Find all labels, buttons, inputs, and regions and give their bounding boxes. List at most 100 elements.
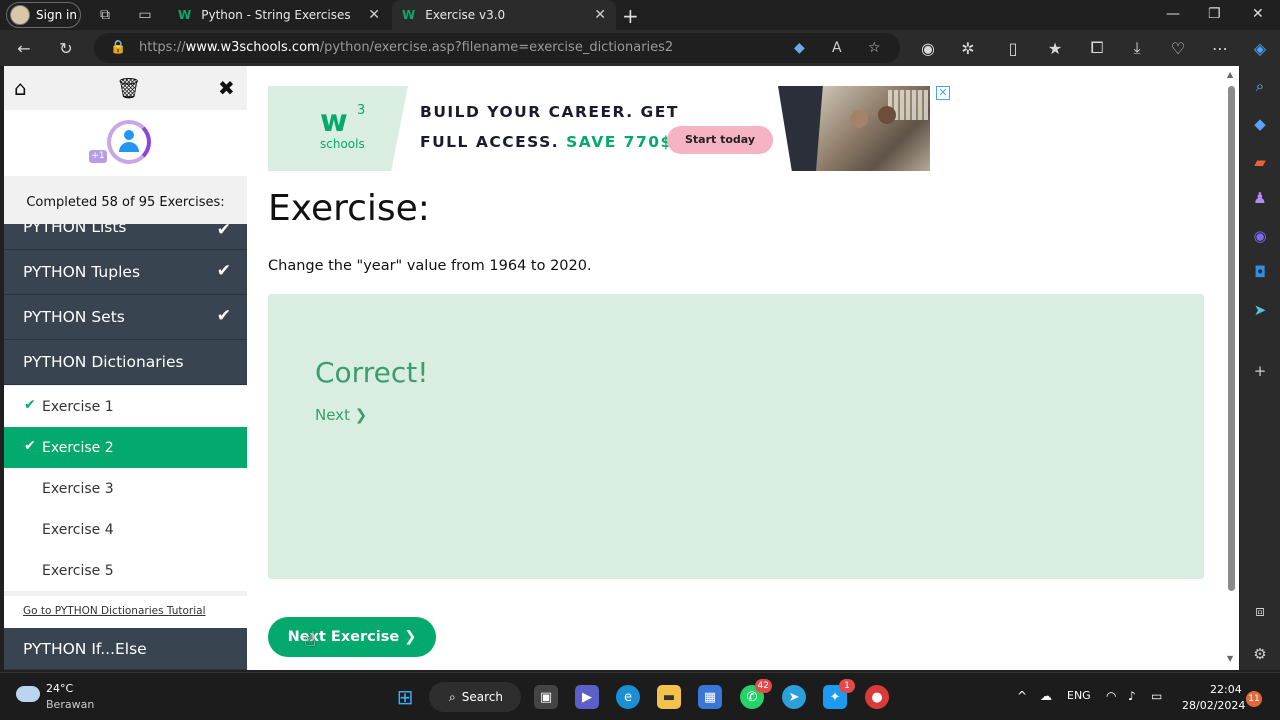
trash-icon[interactable]: 🗑 <box>116 76 141 100</box>
tutorial-link[interactable]: Go to PYTHON Dictionaries Tutorial <box>4 596 247 628</box>
tab-python-string-exercises[interactable]: W Python - String Exercises ✕ <box>168 0 390 30</box>
store-icon[interactable]: ▦ <box>698 685 722 709</box>
ad-headline: BUILD YOUR CAREER. GET <box>420 103 679 121</box>
screenshot-icon[interactable]: ⧈ <box>1250 601 1270 621</box>
minimize-icon[interactable]: — <box>1166 6 1180 22</box>
file-explorer-icon[interactable]: ▬ <box>657 685 681 709</box>
whatsapp-icon[interactable]: ✆ 42 <box>740 679 772 709</box>
ad-subline: FULL ACCESS. SAVE 770$ <box>420 133 673 151</box>
more-menu-icon[interactable]: ⋯ <box>1210 38 1230 58</box>
sidebar-category-lists[interactable]: PYTHON Lists ✔ <box>4 224 247 250</box>
page-scrollbar[interactable]: ▲ ▼ <box>1224 66 1239 670</box>
back-icon[interactable]: ← <box>14 38 34 58</box>
home-icon[interactable]: ⌂ <box>14 76 27 100</box>
wifi-icon[interactable]: ◠ <box>1106 689 1116 703</box>
exercise-item-1[interactable]: ✔ Exercise 1 <box>4 386 247 427</box>
battery-icon[interactable]: ▭ <box>1151 689 1162 703</box>
performance-icon[interactable]: ♡ <box>1168 38 1188 58</box>
tools-icon[interactable]: ▰ <box>1250 152 1270 172</box>
settings-icon[interactable]: ⚙ <box>1250 644 1270 664</box>
onedrive-icon[interactable]: ☁ <box>1040 689 1052 703</box>
sidebar-category-dictionaries[interactable]: PYTHON Dictionaries <box>4 340 247 385</box>
tab-actions-icon[interactable]: ▭ <box>136 6 154 24</box>
close-tab-icon[interactable]: ✕ <box>368 7 380 23</box>
browser-toolbar: ← ↻ 🔒 https://www.w3schools.com/python/e… <box>0 30 1280 66</box>
teams-icon[interactable]: ▶ <box>575 685 599 709</box>
refresh-icon[interactable]: ↻ <box>56 38 76 58</box>
clock-time[interactable]: 22:04 <box>1210 683 1242 696</box>
copilot-sidebar-icon[interactable]: ◉ <box>1250 226 1270 246</box>
sidebar-category-tuples[interactable]: PYTHON Tuples ✔ <box>4 250 247 295</box>
cloud-icon[interactable] <box>16 686 40 702</box>
ad-photo <box>816 86 930 171</box>
collections-icon[interactable]: ⧠ <box>1087 38 1107 58</box>
exercise-item-4[interactable]: Exercise 4 <box>4 509 247 550</box>
exercise-item-5[interactable]: Exercise 5 <box>4 550 247 591</box>
lock-icon[interactable]: 🔒 <box>110 40 126 55</box>
task-view-icon[interactable]: ▣ <box>534 685 558 709</box>
close-tab-icon[interactable]: ✕ <box>594 7 606 23</box>
close-icon[interactable]: ✖ <box>218 76 235 100</box>
exercise-label: Exercise 5 <box>42 562 114 579</box>
favorites-icon[interactable]: ★ <box>1045 38 1065 58</box>
scroll-down-icon[interactable]: ▼ <box>1227 654 1233 663</box>
scroll-up-icon[interactable]: ▲ <box>1227 70 1233 79</box>
weather-temp[interactable]: 24°C <box>46 682 73 695</box>
split-screen-icon[interactable]: ▯ <box>1003 38 1023 58</box>
exercise-item-3[interactable]: Exercise 3 <box>4 468 247 509</box>
taskbar-search[interactable]: ⌕ Search <box>429 682 521 712</box>
clock-date[interactable]: 28/02/2024 <box>1182 699 1245 712</box>
sidebar-category-sets[interactable]: PYTHON Sets ✔ <box>4 295 247 340</box>
sidebar-category-if-else[interactable]: PYTHON If...Else <box>4 628 247 670</box>
result-panel: Correct! Next ❯ <box>268 294 1204 579</box>
coupon-icon[interactable]: ◆ <box>794 40 805 56</box>
tab-title: Exercise v3.0 <box>425 8 506 22</box>
close-window-icon[interactable]: ✕ <box>1252 6 1264 22</box>
restore-icon[interactable]: ❐ <box>1208 6 1221 22</box>
ad-close-icon[interactable]: ✕ <box>936 86 950 100</box>
user-progress-icon <box>107 120 151 164</box>
recorder-icon[interactable]: ● <box>865 685 889 709</box>
extension-icon[interactable]: ◉ <box>918 38 938 58</box>
notification-badge[interactable]: 11 <box>1246 691 1262 707</box>
twitter-icon[interactable]: ✦ 1 <box>823 679 855 709</box>
language-indicator[interactable]: ENG <box>1067 689 1091 702</box>
extensions-puzzle-icon[interactable]: ✲ <box>958 38 978 58</box>
tab-exercise-v3[interactable]: W Exercise v3.0 ✕ <box>392 0 616 30</box>
exercise-item-2[interactable]: ✔ Exercise 2 <box>4 427 247 468</box>
add-icon[interactable]: + <box>1250 361 1270 381</box>
edge-icon[interactable]: e <box>616 685 640 709</box>
downloads-icon[interactable]: ⤓ <box>1127 38 1147 58</box>
favorite-star-icon[interactable]: ☆ <box>868 40 881 56</box>
correct-message: Correct! <box>315 356 429 389</box>
address-bar[interactable]: 🔒 https://www.w3schools.com/python/exerc… <box>94 33 900 63</box>
exercise-label: Exercise 1 <box>42 398 114 415</box>
w3schools-icon: W <box>402 8 416 22</box>
exercise-label: Exercise 2 <box>42 439 114 456</box>
read-aloud-icon[interactable]: A <box>832 40 842 56</box>
windows-start-icon[interactable]: ⊞ <box>393 685 417 709</box>
games-icon[interactable]: ♟ <box>1250 188 1270 208</box>
show-hidden-icons[interactable]: ^ <box>1017 689 1027 703</box>
shopping-icon[interactable]: ◆ <box>1250 114 1270 134</box>
check-icon: ✔ <box>216 306 231 326</box>
new-tab-icon[interactable]: + <box>622 4 639 28</box>
start-today-button[interactable]: Start today <box>667 126 773 154</box>
volume-icon[interactable]: ♪ <box>1128 689 1136 703</box>
search-icon[interactable]: ⌕ <box>1250 76 1270 96</box>
sign-in-button[interactable]: Sign in <box>6 2 81 28</box>
w3schools-ad-banner[interactable]: w 3 schools BUILD YOUR CAREER. GET FULL … <box>268 86 950 171</box>
telegram-icon[interactable]: ➤ <box>782 685 806 709</box>
telegram-send-icon[interactable]: ➤ <box>1250 300 1270 320</box>
next-link[interactable]: Next ❯ <box>315 406 367 424</box>
outlook-icon[interactable]: ◘ <box>1250 262 1270 282</box>
w3schools-icon: W <box>178 8 192 22</box>
workspaces-icon[interactable]: ⧉ <box>96 6 114 24</box>
weather-status[interactable]: Berawan <box>46 698 94 711</box>
next-exercise-button[interactable]: Next Exercise ❯ <box>268 617 436 657</box>
copilot-icon[interactable]: ◈ <box>1250 38 1270 58</box>
scrollbar-thumb[interactable] <box>1228 86 1235 591</box>
browser-titlebar: Sign in ⧉ ▭ W Python - String Exercises … <box>0 0 1280 30</box>
category-label: PYTHON Dictionaries <box>23 353 184 371</box>
check-icon: ✔ <box>24 397 36 413</box>
